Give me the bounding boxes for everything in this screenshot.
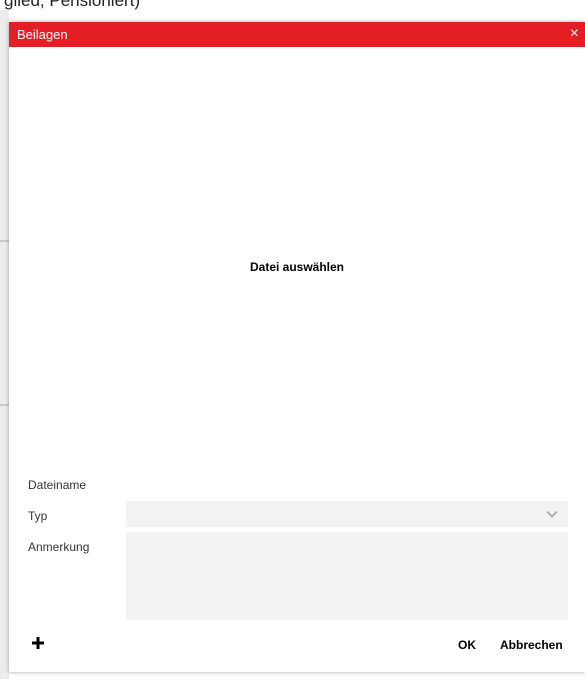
type-label: Typ [28, 509, 48, 523]
filename-label: Dateiname [28, 478, 87, 492]
cancel-button[interactable]: Abbrechen [500, 638, 563, 652]
dialog-title: Beilagen [17, 27, 68, 42]
background-divider [0, 404, 9, 406]
chevron-down-icon[interactable] [546, 508, 558, 520]
type-select[interactable] [126, 501, 568, 527]
background-divider [0, 240, 9, 242]
dialog-header: Beilagen × [9, 22, 585, 47]
note-textarea[interactable] [126, 532, 568, 620]
background-page-text: glied, Pensioniert) [4, 0, 141, 10]
page: glied, Pensioniert) Beilagen × Datei aus… [0, 0, 585, 679]
close-button[interactable]: × [570, 25, 579, 43]
plus-icon[interactable] [31, 636, 45, 650]
file-select-area[interactable]: Datei auswählen [9, 47, 585, 487]
ok-button[interactable]: OK [458, 638, 476, 652]
file-select-label[interactable]: Datei auswählen [9, 260, 585, 274]
close-icon[interactable]: × [570, 25, 579, 42]
background-page-edge [0, 10, 9, 679]
attachments-dialog: Beilagen × Datei auswählen Dateiname Typ… [9, 22, 585, 672]
note-label: Anmerkung [28, 540, 90, 554]
